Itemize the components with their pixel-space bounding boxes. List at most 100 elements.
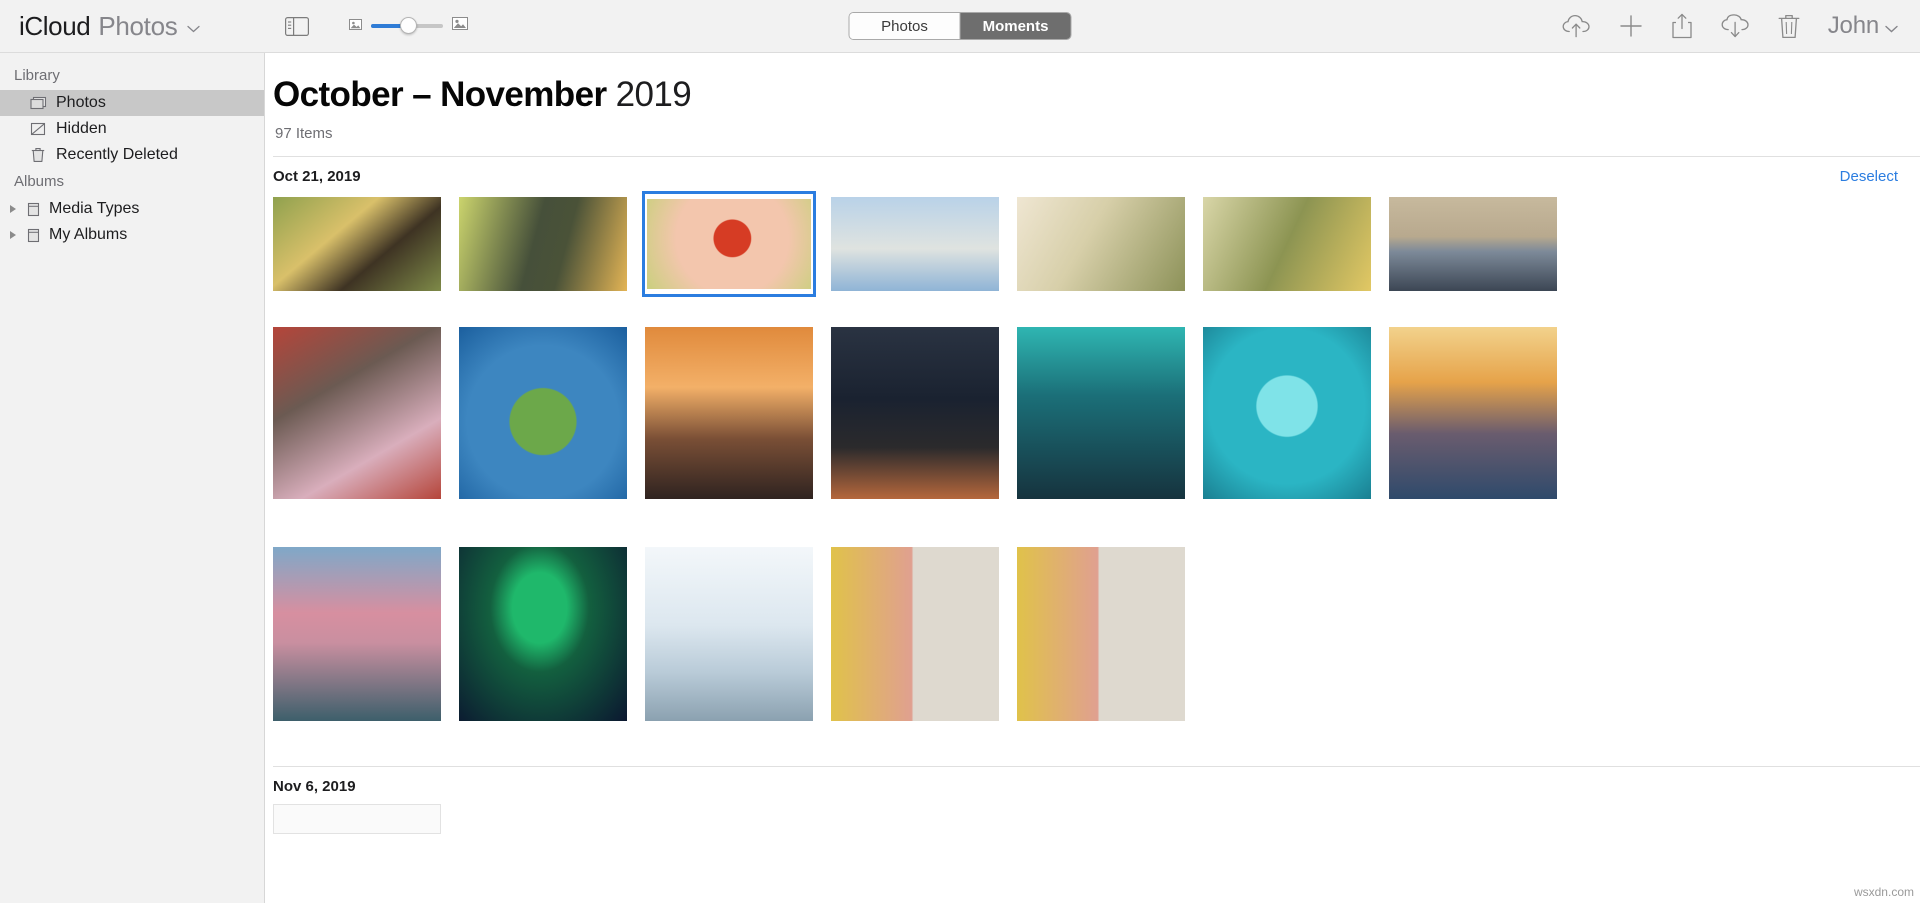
photo-image — [1389, 327, 1557, 499]
photos-stack-icon — [29, 96, 47, 110]
folder-icon — [24, 202, 42, 217]
photo-image — [1389, 197, 1557, 291]
sidebar-section-albums: Albums — [14, 173, 65, 190]
photo-thumbnail[interactable] — [831, 312, 999, 514]
slider-thumb[interactable] — [400, 17, 418, 34]
photo-image — [645, 197, 813, 291]
photo-thumbnail[interactable] — [1017, 194, 1185, 294]
trash-icon[interactable] — [1778, 13, 1800, 39]
photo-image — [273, 327, 441, 499]
photo-image — [1017, 197, 1185, 291]
tab-photos[interactable]: Photos — [849, 13, 960, 39]
view-mode-segmented-control[interactable]: Photos Moments — [848, 12, 1072, 40]
share-icon[interactable] — [1671, 13, 1693, 39]
sidebar-item-label: My Albums — [49, 226, 128, 243]
page-title-range: October – November — [273, 75, 607, 114]
photo-grid-row — [265, 191, 1920, 297]
disclosure-triangle-icon[interactable] — [10, 231, 16, 239]
photo-image — [273, 804, 441, 834]
photo-section: Nov 6, 2019 — [265, 766, 1920, 834]
photo-image — [1017, 547, 1185, 721]
page-title: October – November 2019 — [273, 75, 1920, 115]
thumbnail-size-slider[interactable] — [349, 17, 469, 35]
photo-thumbnail[interactable] — [459, 312, 627, 514]
account-menu[interactable]: John — [1828, 12, 1898, 40]
sidebar: Library Photos Hidden Recently Deleted A… — [0, 53, 265, 903]
brand-photos-label: Photos — [98, 10, 178, 41]
photo-image — [459, 547, 627, 721]
large-thumbnail-icon — [452, 17, 469, 35]
photo-image — [831, 547, 999, 721]
photo-thumbnail-selected[interactable] — [642, 191, 816, 297]
photo-image — [645, 547, 813, 721]
photo-image — [645, 327, 813, 499]
photo-image — [1203, 197, 1371, 291]
photo-image — [273, 547, 441, 721]
plus-icon[interactable] — [1619, 14, 1643, 38]
photo-thumbnail[interactable] — [1389, 194, 1557, 294]
photo-image — [831, 327, 999, 499]
photo-thumbnail[interactable] — [273, 532, 441, 736]
slider-track[interactable] — [371, 17, 444, 34]
photo-image — [1017, 327, 1185, 499]
sidebar-section-library: Library — [14, 67, 60, 84]
photo-grid-row — [265, 312, 1920, 514]
sidebar-item-my-albums[interactable]: My Albums — [0, 222, 264, 248]
account-name-label: John — [1827, 12, 1879, 39]
photo-thumbnail[interactable] — [1389, 312, 1557, 514]
photo-thumbnail[interactable] — [831, 194, 999, 294]
tab-moments[interactable]: Moments — [960, 13, 1071, 39]
photo-thumbnail[interactable] — [1203, 194, 1371, 294]
photo-thumbnail[interactable] — [831, 532, 999, 736]
photo-thumbnail[interactable] — [1017, 312, 1185, 514]
photo-thumbnail[interactable] — [273, 194, 441, 294]
brand-icloud-label: iCloud — [19, 10, 91, 41]
sidebar-toggle-icon[interactable] — [285, 16, 310, 36]
chevron-down-icon — [1885, 20, 1898, 36]
photo-thumbnail[interactable] — [645, 532, 813, 736]
photo-thumbnail[interactable] — [273, 804, 441, 834]
section-date-label: Nov 6, 2019 — [273, 778, 356, 795]
sidebar-item-label: Recently Deleted — [56, 146, 178, 163]
folder-icon — [24, 228, 42, 243]
sidebar-item-photos[interactable]: Photos — [0, 90, 264, 116]
sidebar-item-label: Photos — [56, 94, 106, 111]
cloud-download-icon[interactable] — [1721, 14, 1750, 38]
section-header: Nov 6, 2019 — [265, 767, 1920, 804]
photo-thumbnail[interactable] — [459, 194, 627, 294]
photo-image — [273, 197, 441, 291]
sidebar-item-recently-deleted[interactable]: Recently Deleted — [0, 142, 264, 168]
app-title[interactable]: iCloud Photos — [19, 10, 201, 42]
item-count-label: 97 Items — [275, 125, 333, 142]
sidebar-item-hidden[interactable]: Hidden — [0, 116, 264, 142]
chevron-down-icon[interactable] — [187, 20, 201, 37]
photo-library-content: October – November 2019 97 Items Oct 21,… — [265, 53, 1920, 903]
sidebar-item-label: Hidden — [56, 120, 107, 137]
page-title-year: 2019 — [615, 75, 692, 114]
photo-image — [1203, 327, 1371, 499]
app-body: Library Photos Hidden Recently Deleted A… — [0, 53, 1920, 903]
photo-image — [459, 327, 627, 499]
photo-thumbnail[interactable] — [1203, 312, 1371, 514]
sidebar-item-label: Media Types — [49, 200, 140, 217]
photo-thumbnail[interactable] — [1017, 532, 1185, 736]
photo-grid-row — [265, 532, 1920, 736]
app-toolbar: iCloud Photos Photos Moments John — [0, 0, 1920, 53]
photo-thumbnail[interactable] — [273, 312, 441, 514]
small-thumbnail-icon — [349, 17, 363, 35]
deselect-button[interactable]: Deselect — [1840, 168, 1898, 185]
section-date-label: Oct 21, 2019 — [273, 168, 361, 185]
trash-icon — [29, 147, 47, 163]
cloud-upload-icon[interactable] — [1562, 14, 1591, 38]
photo-image — [459, 197, 627, 291]
photo-thumbnail[interactable] — [459, 532, 627, 736]
photo-image — [831, 197, 999, 291]
sidebar-item-media-types[interactable]: Media Types — [0, 196, 264, 222]
site-watermark: wsxdn.com — [1853, 885, 1914, 899]
photo-section: Oct 21, 2019 Deselect — [265, 157, 1920, 736]
photo-grid-row — [265, 804, 1920, 834]
disclosure-triangle-icon[interactable] — [10, 205, 16, 213]
photo-thumbnail[interactable] — [645, 312, 813, 514]
hidden-eye-icon — [29, 122, 47, 136]
section-header: Oct 21, 2019 Deselect — [265, 157, 1920, 194]
